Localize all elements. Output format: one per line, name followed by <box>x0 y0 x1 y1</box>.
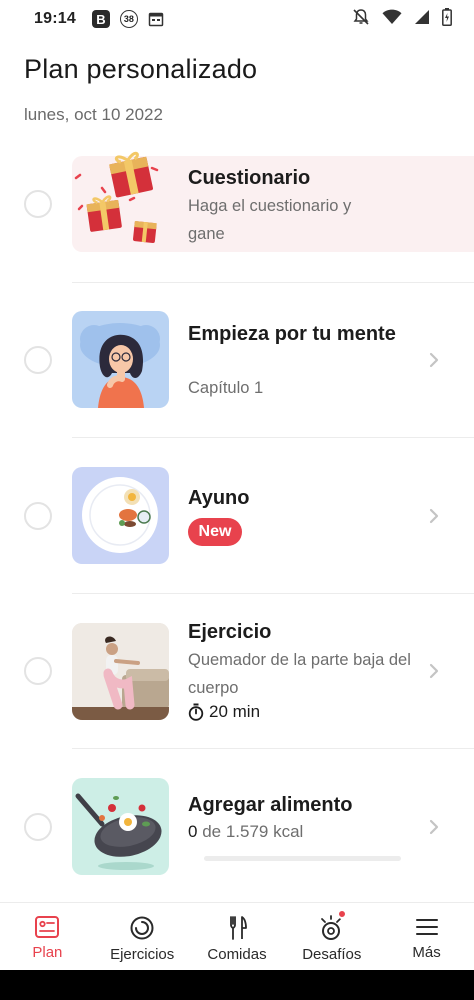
squat-exercise-photo <box>72 623 169 720</box>
task-title-fasting: Ayuno <box>188 487 250 509</box>
wifi-icon <box>382 9 402 30</box>
task-checkbox-fasting[interactable] <box>24 502 52 530</box>
signal-icon <box>414 9 430 30</box>
woman-thinking-image <box>72 311 169 408</box>
duration-value: 20 min <box>209 702 261 721</box>
plan-icon <box>35 916 60 938</box>
task-title-quiz: Cuestionario <box>188 167 311 189</box>
frying-pan-food-image <box>72 778 169 875</box>
fork-knife-icon <box>230 916 247 940</box>
tab-label-desafios: Desafíos <box>302 946 362 963</box>
tab-plan[interactable]: Plan <box>0 903 95 970</box>
exercise-duration: 20 min <box>188 702 260 722</box>
tab-label-ejercicios: Ejercicios <box>110 946 175 963</box>
task-checkbox-mind[interactable] <box>24 346 52 374</box>
chevron-right-icon[interactable] <box>425 351 443 369</box>
status-bar: 19:14 B 38 <box>0 0 474 38</box>
tab-mas[interactable]: Más <box>379 903 474 970</box>
chevron-right-icon[interactable] <box>425 507 443 525</box>
muted-bell-icon <box>352 8 370 31</box>
task-subtitle-exercise: Quemador de la parte baja del cuerpo <box>188 651 411 697</box>
task-title-mind: Empieza por tu mente <box>188 323 396 345</box>
tab-desafios[interactable]: Desafíos <box>284 903 379 970</box>
task-checkbox-quiz[interactable] <box>24 190 52 218</box>
fasting-plate-image <box>72 467 169 564</box>
tab-label-mas: Más <box>412 944 441 961</box>
page-title: Plan personalizado <box>24 54 258 84</box>
kcal-goal: de 1.579 kcal <box>202 822 304 841</box>
stopwatch-icon <box>188 703 204 721</box>
tab-label-plan: Plan <box>32 944 63 961</box>
exercise-ring-icon <box>130 916 154 940</box>
calendar-notification-icon <box>148 11 164 27</box>
divider <box>72 282 474 283</box>
tab-comidas[interactable]: Comidas <box>190 903 285 970</box>
task-subtitle-mind: Capítulo 1 <box>188 379 264 397</box>
task-checkbox-food[interactable] <box>24 813 52 841</box>
status-time: 19:14 <box>34 10 76 27</box>
notification-dot <box>337 909 348 919</box>
plan-date: lunes, oct 10 2022 <box>24 105 163 124</box>
task-title-food: Agregar alimento <box>188 794 353 816</box>
bottom-tab-bar: Plan Ejercicios Comidas Desafíos Más <box>0 902 474 970</box>
menu-icon <box>415 919 438 935</box>
battery-icon <box>442 7 452 31</box>
divider <box>72 437 474 438</box>
tab-ejercicios[interactable]: Ejercicios <box>95 903 190 970</box>
task-title-exercise: Ejercicio <box>188 621 272 643</box>
new-badge: New <box>188 518 242 546</box>
kcal-progress-bar <box>204 856 401 861</box>
task-checkbox-exercise[interactable] <box>24 657 52 685</box>
chevron-right-icon[interactable] <box>425 818 443 836</box>
divider <box>72 593 474 594</box>
tab-label-comidas: Comidas <box>207 946 267 963</box>
chevron-right-icon[interactable] <box>425 662 443 680</box>
task-subtitle-quiz: Haga el cuestionario y gane <box>188 197 352 243</box>
divider <box>72 748 474 749</box>
kcal-current: 0 <box>188 822 198 841</box>
kcal-summary: 0 de 1.579 kcal <box>188 822 303 842</box>
system-navigation-bar <box>0 970 474 1000</box>
b-notification-icon: B <box>91 10 110 28</box>
count-notification-icon: 38 <box>119 10 138 28</box>
gift-boxes-image <box>72 148 172 248</box>
